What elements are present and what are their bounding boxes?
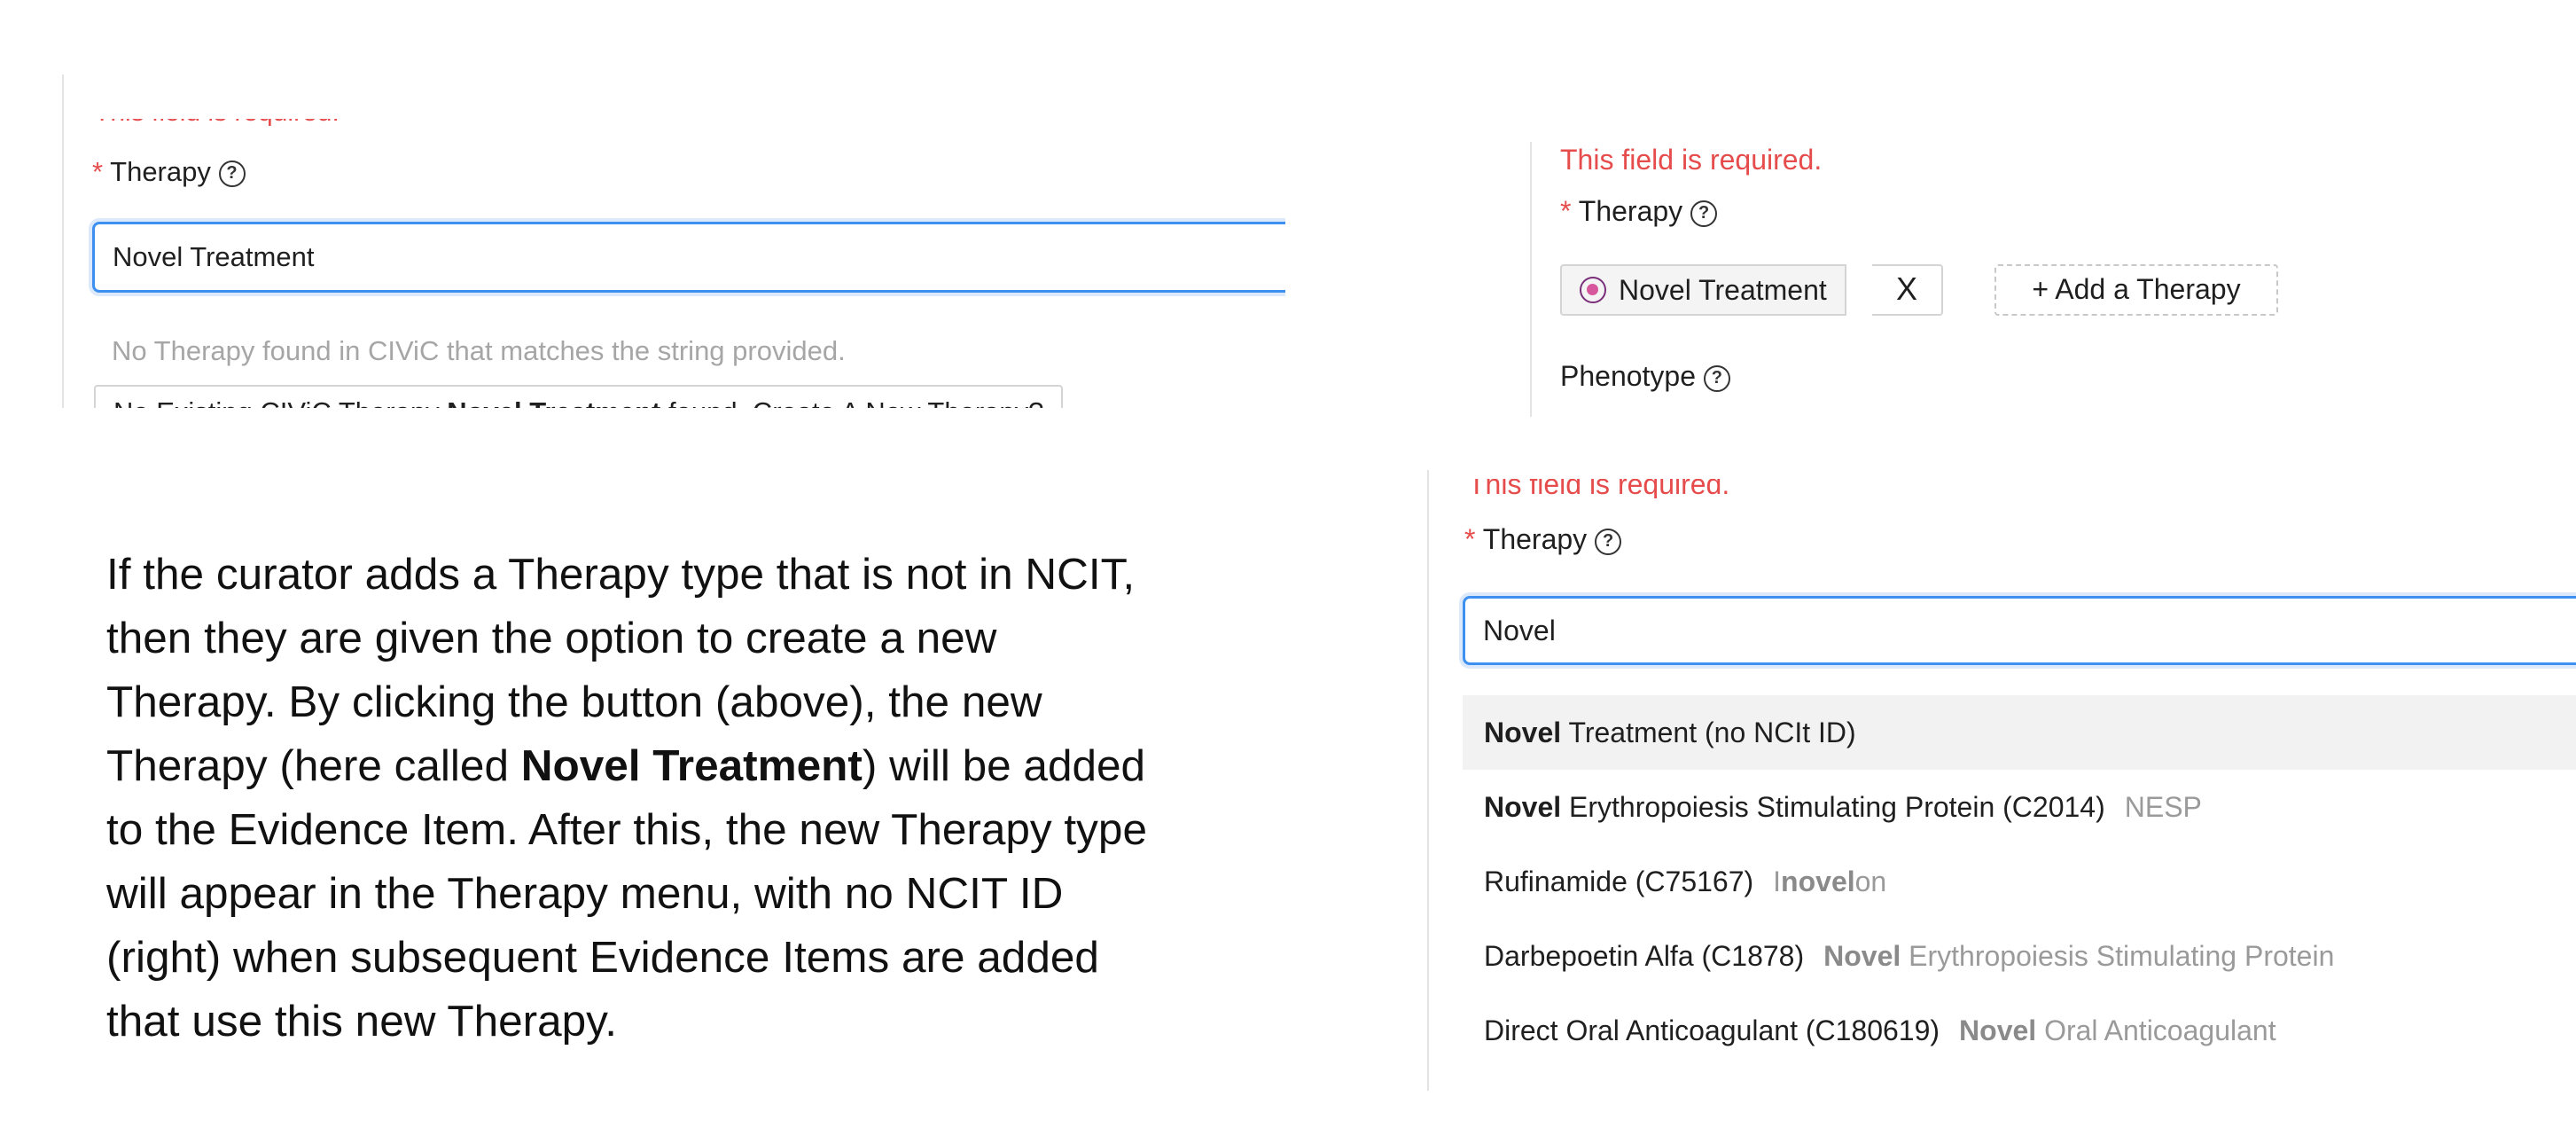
form-border — [1427, 470, 1429, 1091]
therapy-option[interactable]: Novel Treatment (no NCIt ID) — [1463, 695, 2576, 770]
description-line: then they are given the option to create… — [106, 614, 997, 662]
phenotype-label: Phenotype ? — [1560, 360, 1730, 393]
description-line: (right) when subsequent Evidence Items a… — [106, 933, 1099, 982]
required-asterisk: * — [1464, 523, 1476, 555]
therapy-option[interactable]: Novel Erythropoiesis Stimulating Protein… — [1463, 770, 2576, 844]
synonym-text: Oral Anticoagulant — [2036, 1014, 2276, 1046]
description-text-segment: Therapy (here called — [106, 741, 521, 790]
required-asterisk: * — [1560, 195, 1572, 227]
phenotype-label-text: Phenotype — [1560, 360, 1697, 392]
form-border — [62, 74, 64, 408]
required-error-text: This field is required. — [1468, 470, 1730, 500]
therapy-label-text: Therapy — [110, 156, 211, 187]
form-border — [1530, 142, 1532, 417]
synonym-text: Erythropoiesis Stimulating Protein — [1901, 940, 2335, 972]
therapy-label: * Therapy ? — [92, 156, 246, 188]
question-circle-icon[interactable]: ? — [1690, 200, 1718, 227]
therapy-tag-label: Novel Treatment — [1619, 274, 1827, 306]
therapy-search-input[interactable]: Novel Treatment — [92, 222, 1285, 293]
description-bold-term: Novel Treatment — [520, 741, 863, 790]
question-circle-icon[interactable]: ? — [1703, 364, 1730, 392]
question-circle-icon[interactable]: ? — [1595, 528, 1622, 555]
description-line: to the Evidence Item. After this, the ne… — [106, 805, 1147, 854]
therapy-label-text: Therapy — [1482, 523, 1588, 555]
question-circle-icon[interactable]: ? — [218, 160, 246, 187]
synonym-text: on — [1854, 866, 1887, 897]
create-term: Novel Treatment — [447, 396, 660, 408]
option-synonym: Inovelon — [1773, 866, 1886, 897]
therapy-label-text: Therapy — [1578, 195, 1683, 227]
synonym-match: Novel — [1959, 1014, 2037, 1046]
therapy-option[interactable]: Darbepoetin Alfa (C1878) Novel Erythropoi… — [1463, 919, 2576, 993]
synonym-match: novel — [1781, 866, 1855, 897]
option-match: Novel — [1484, 717, 1562, 748]
option-synonym: Novel Erythropoiesis Stimulating Protein — [1823, 940, 2334, 972]
required-asterisk: * — [92, 156, 104, 187]
add-therapy-button[interactable]: + Add a Therapy — [1994, 264, 2278, 316]
option-text: Treatment (no NCIt ID) — [1561, 717, 1856, 748]
option-text: Direct Oral Anticoagulant (C180619) — [1484, 1014, 1940, 1046]
required-error-text: This field is required. — [94, 98, 340, 127]
option-text: Erythropoiesis Stimulating Protein (C201… — [1561, 791, 2105, 823]
therapy-added-panel: This field is required. * Therapy ? Nove… — [1525, 133, 2571, 417]
therapy-label: * Therapy ? — [1560, 195, 1718, 228]
therapy-search-input[interactable]: Novel — [1463, 596, 2576, 665]
therapy-search-panel: This field is required. * Therapy ? Nove… — [1409, 470, 2576, 1091]
description-text: If the curator adds a Therapy type that … — [106, 543, 1294, 1054]
synonym-text: NESP — [2124, 791, 2202, 823]
description-line: that use this new Therapy. — [106, 997, 617, 1046]
therapy-option[interactable]: Direct Oral Anticoagulant (C180619) Novel… — [1463, 993, 2576, 1068]
therapy-option[interactable]: Rufinamide (C75167) Inovelon — [1463, 844, 2576, 919]
therapy-tag[interactable]: Novel Treatment — [1560, 264, 1846, 316]
description-line: If the curator adds a Therapy type that … — [106, 550, 1136, 599]
therapy-icon — [1580, 277, 1606, 303]
description-line: will appear in the Therapy menu, with no… — [106, 869, 1064, 918]
description-line: Therapy (here called Novel Treatment) wi… — [106, 734, 1294, 798]
close-icon: X — [1895, 270, 1917, 307]
therapy-label: * Therapy ? — [1464, 523, 1622, 556]
option-synonym: Novel Oral Anticoagulant — [1959, 1014, 2276, 1046]
no-match-message: No Therapy found in CIViC that matches t… — [112, 335, 846, 366]
description-line: Therapy. By clicking the button (above),… — [106, 678, 1042, 726]
option-text: Darbepoetin Alfa (C1878) — [1484, 940, 1805, 972]
required-error-text: This field is required. — [1560, 144, 1823, 176]
synonym-match: Novel — [1823, 940, 1901, 972]
create-new-therapy-button[interactable]: No Existing CIViC Therapy Novel Treatmen… — [94, 385, 1064, 408]
option-text: Rufinamide (C75167) — [1484, 866, 1754, 897]
remove-therapy-button[interactable]: X — [1872, 264, 1943, 316]
create-suffix: found. Create A New Therapy? — [660, 396, 1043, 408]
description-text-segment: ) will be added — [862, 741, 1146, 790]
create-therapy-panel: This field is required. * Therapy ? Nove… — [62, 53, 1285, 408]
synonym-text: I — [1773, 866, 1782, 897]
option-match: Novel — [1484, 791, 1562, 823]
create-prefix: No Existing CIViC Therapy — [113, 396, 447, 408]
option-synonym: NESP — [2125, 791, 2202, 823]
